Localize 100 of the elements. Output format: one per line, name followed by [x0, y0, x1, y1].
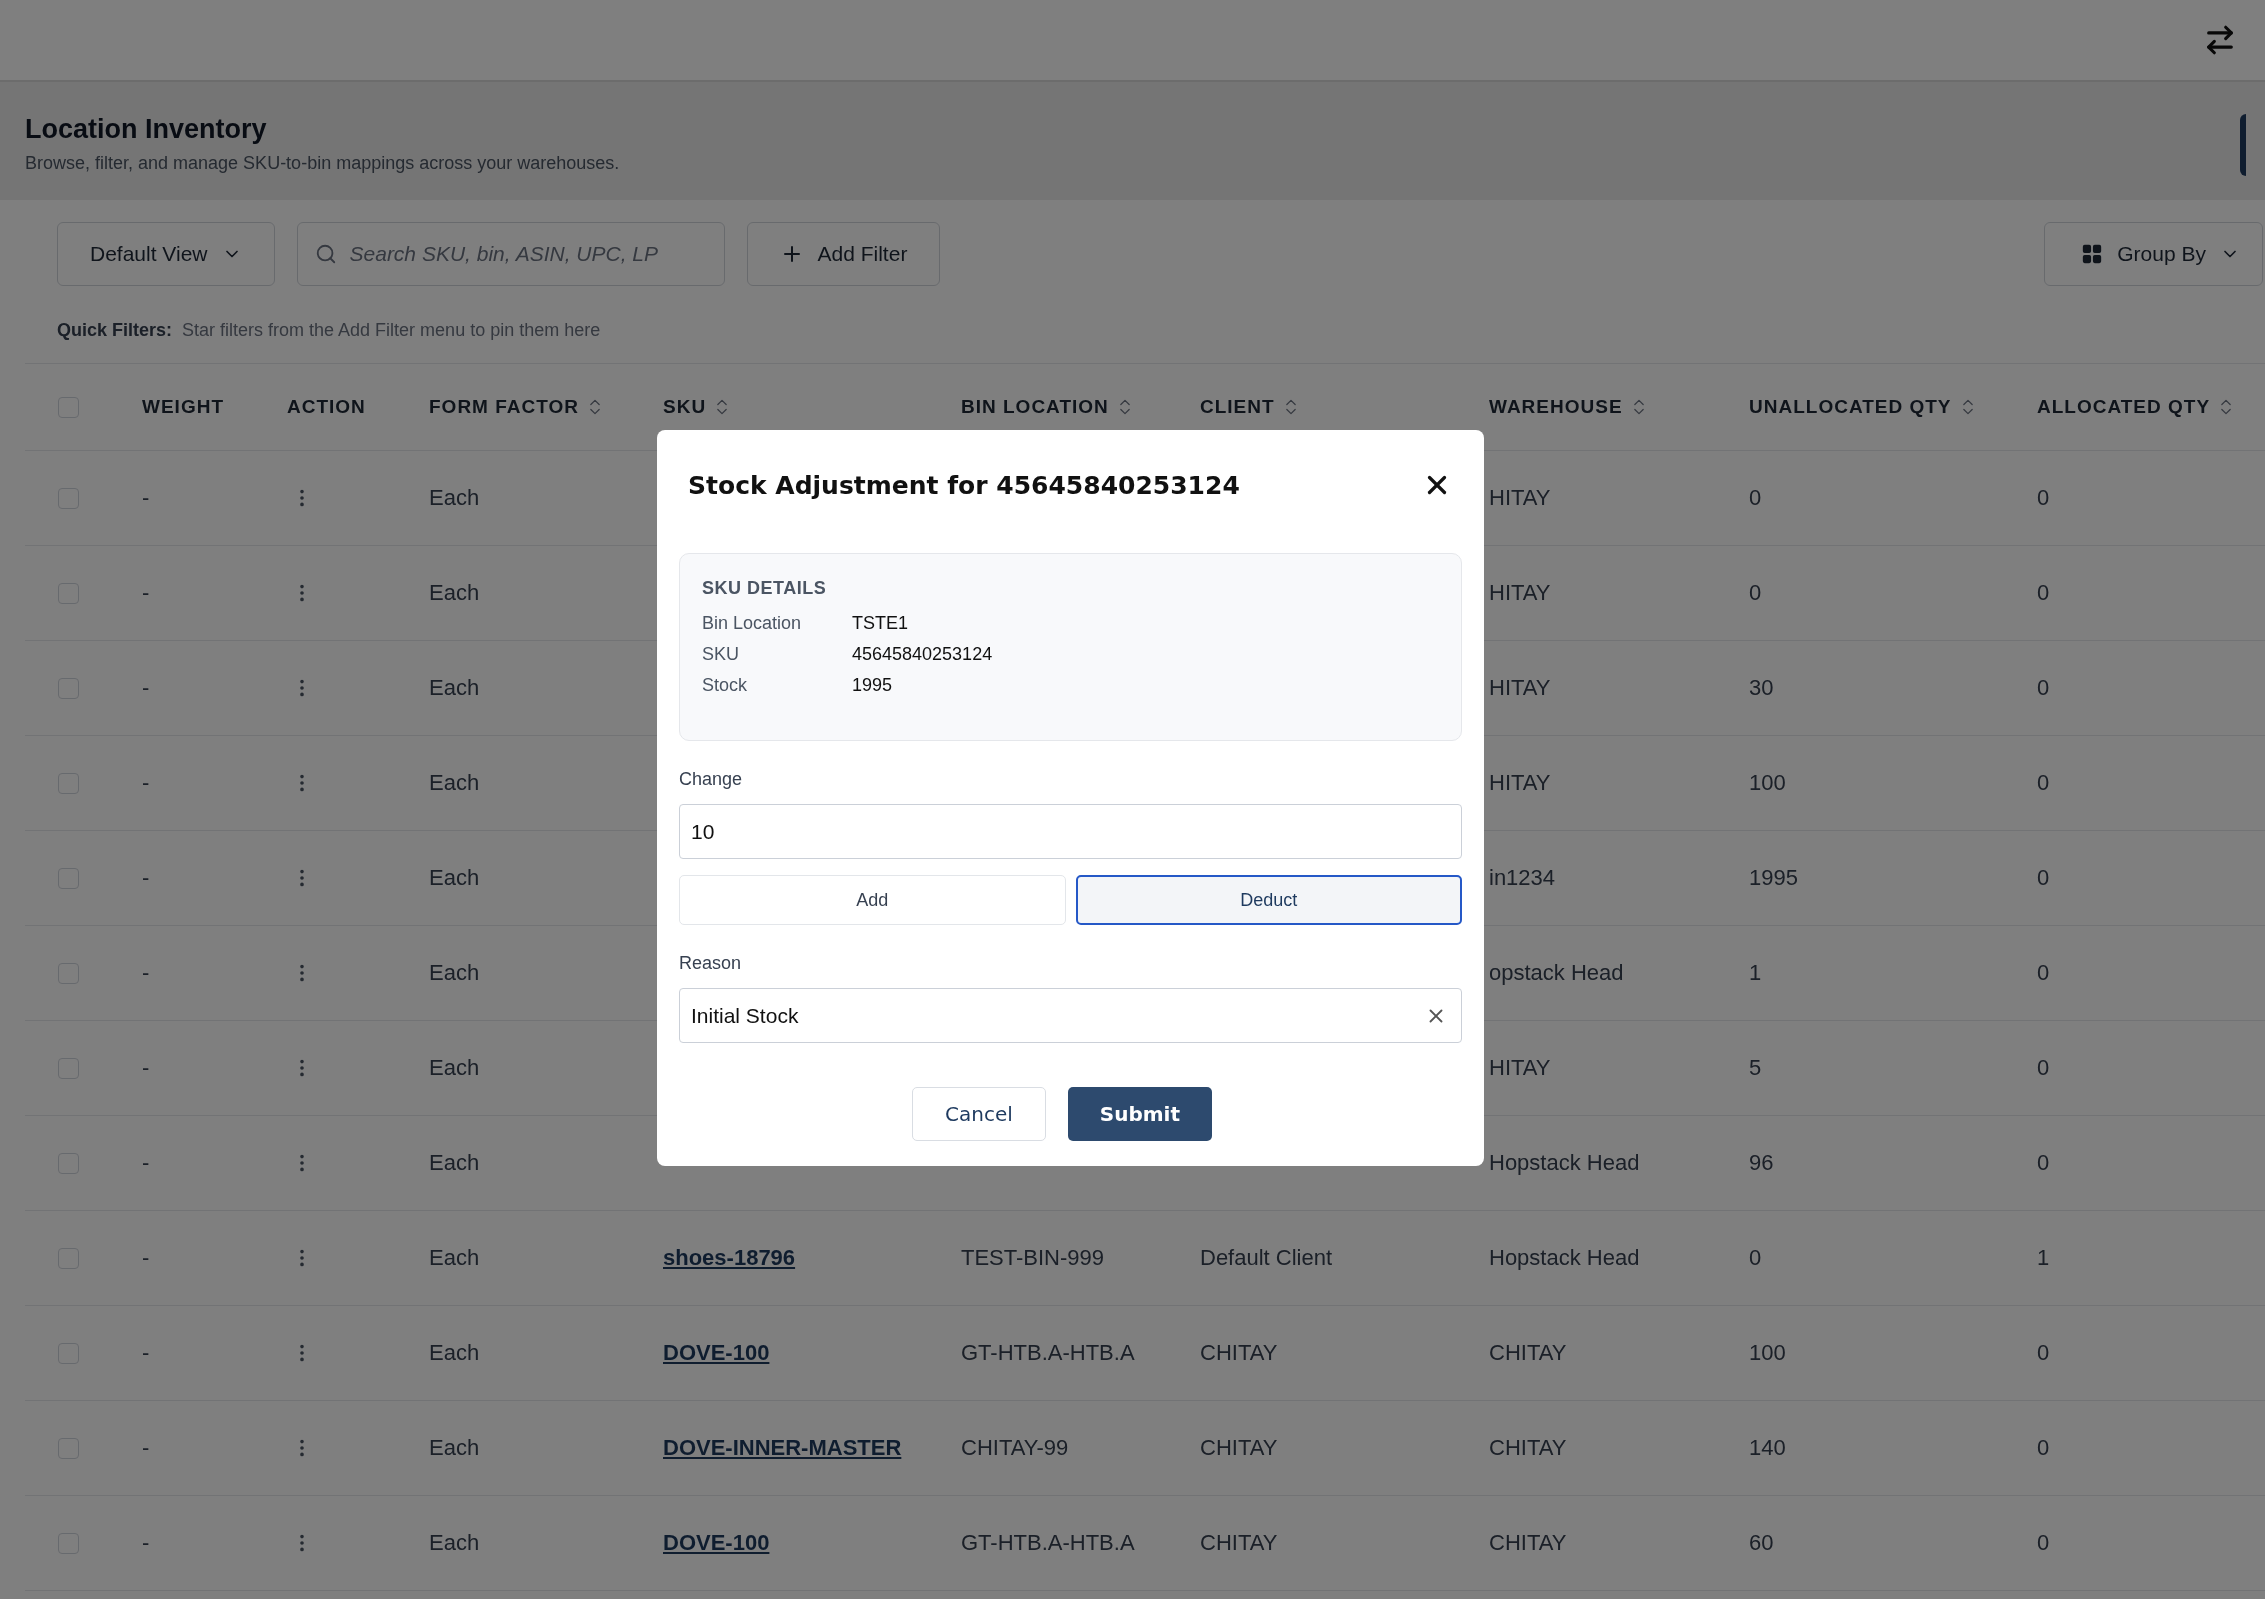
- reason-select[interactable]: Initial Stock: [679, 988, 1462, 1043]
- row-checkbox[interactable]: [58, 1437, 79, 1459]
- table-cell: -: [142, 770, 150, 796]
- table-cell: 60: [1749, 1530, 1774, 1556]
- table-cell: Hopstack Head: [1489, 1245, 1640, 1271]
- column-header: BIN LOCATION: [961, 396, 1109, 418]
- column-header: ACTION: [287, 396, 366, 418]
- table-cell: 0: [2037, 960, 2050, 986]
- table-cell: Each: [429, 485, 480, 511]
- table-cell: CHITAY: [1489, 1340, 1567, 1366]
- sku-link[interactable]: DOVE-100: [663, 1530, 770, 1556]
- row-checkbox[interactable]: [58, 772, 79, 794]
- table-cell: 1995: [1749, 865, 1798, 891]
- row-checkbox[interactable]: [58, 1057, 79, 1079]
- search-field[interactable]: Search SKU, bin, ASIN, UPC, LP: [296, 222, 725, 286]
- table-cell: 0: [2037, 675, 2050, 701]
- detail-label: Stock: [702, 675, 749, 696]
- table-cell: 0: [2037, 1435, 2050, 1461]
- change-input-field[interactable]: 10: [679, 804, 1462, 859]
- table-cell: 5: [1749, 1055, 1762, 1081]
- table-cell: Each: [429, 1245, 480, 1271]
- table-cell: 140: [1749, 1435, 1786, 1461]
- table-cell: GT-HTB.A-HTB.A: [961, 1530, 1135, 1556]
- quick-filters-hint: Star filters from the Add Filter menu to pin them here: [182, 320, 601, 341]
- table-cell: HITAY: [1489, 770, 1551, 796]
- table-cell: Each: [429, 1435, 480, 1461]
- column-header: SKU: [663, 396, 707, 418]
- table-cell: -: [142, 960, 150, 986]
- table-cell: 0: [2037, 1340, 2050, 1366]
- column-header: UNALLOCATED QTY: [1749, 396, 1952, 418]
- column-header: WAREHOUSE: [1489, 396, 1623, 418]
- search-icon: [314, 243, 337, 265]
- group-by-button[interactable]: Group By: [2044, 222, 2263, 286]
- row-checkbox[interactable]: [58, 962, 79, 984]
- table-cell: CHITAY: [1489, 1435, 1567, 1461]
- sku-link[interactable]: DOVE-100: [663, 1340, 770, 1366]
- row-checkbox[interactable]: [58, 487, 79, 509]
- table-cell: HITAY: [1489, 675, 1551, 701]
- page-subtitle: Browse, filter, and manage SKU-to-bin mappings across your warehouses.: [25, 153, 620, 174]
- table-cell: -: [142, 865, 150, 891]
- table-cell: -: [142, 1530, 150, 1556]
- header-button[interactable]: [2240, 114, 2246, 176]
- detail-label: Bin Location: [702, 613, 803, 634]
- table-cell: -: [142, 485, 150, 511]
- table-cell: Hopstack Head: [1489, 1150, 1640, 1176]
- table-cell: GT-HTB.A-HTB.A: [961, 1340, 1135, 1366]
- detail-value: TSTE1: [852, 613, 909, 634]
- mode-toggle-button[interactable]: Deduct: [1075, 875, 1462, 925]
- reason-label: Reason: [679, 953, 743, 974]
- table-cell: 1: [2037, 1245, 2050, 1271]
- view-dropdown[interactable]: Default View: [57, 222, 275, 286]
- table-cell: Each: [429, 675, 480, 701]
- table-cell: CHITAY: [1200, 1340, 1278, 1366]
- detail-label: SKU: [702, 644, 740, 665]
- table-cell: 0: [2037, 1530, 2050, 1556]
- table-cell: Each: [429, 1055, 480, 1081]
- table-cell: CHITAY: [1489, 1530, 1567, 1556]
- cancel-button[interactable]: Cancel: [912, 1087, 1046, 1141]
- table-cell: Each: [429, 1530, 480, 1556]
- submit-button[interactable]: Submit: [1067, 1087, 1212, 1141]
- table-cell: 96: [1749, 1150, 1774, 1176]
- table-cell: TEST-BIN-999: [961, 1245, 1105, 1271]
- select-all-checkbox[interactable]: [58, 396, 79, 418]
- table-cell: -: [142, 1340, 150, 1366]
- table-cell: 100: [1749, 770, 1786, 796]
- table-cell: Each: [429, 770, 480, 796]
- table-cell: 0: [2037, 580, 2050, 606]
- column-header: WEIGHT: [142, 396, 224, 418]
- row-checkbox[interactable]: [58, 867, 79, 889]
- sku-link[interactable]: shoes-18796: [663, 1245, 796, 1271]
- column-header: ALLOCATED QTY: [2037, 396, 2211, 418]
- row-checkbox[interactable]: [58, 677, 79, 699]
- table-cell: 0: [2037, 770, 2050, 796]
- sku-link[interactable]: DOVE-INNER-MASTER: [663, 1435, 902, 1461]
- mode-toggle-button[interactable]: Add: [679, 875, 1066, 925]
- column-header: CLIENT: [1200, 396, 1275, 418]
- table-cell: -: [142, 1150, 150, 1176]
- table-cell: 100: [1749, 1340, 1786, 1366]
- quick-filters-label: Quick Filters:: [57, 320, 173, 341]
- dialog-title: Stock Adjustment for 45645840253124: [688, 470, 1240, 500]
- detail-value: 1995: [852, 675, 894, 696]
- row-checkbox[interactable]: [58, 1247, 79, 1269]
- table-cell: Each: [429, 580, 480, 606]
- table-cell: CHITAY: [1200, 1530, 1278, 1556]
- table-cell: Each: [429, 1150, 480, 1176]
- table-cell: in1234: [1489, 865, 1556, 891]
- table-cell: Each: [429, 960, 480, 986]
- page-title: Location Inventory: [25, 114, 268, 145]
- row-checkbox[interactable]: [58, 582, 79, 604]
- table-cell: 0: [1749, 485, 1762, 511]
- row-checkbox[interactable]: [58, 1152, 79, 1174]
- add-filter-button[interactable]: Add Filter: [746, 222, 941, 286]
- row-checkbox[interactable]: [58, 1342, 79, 1364]
- table-cell: -: [142, 580, 150, 606]
- table-cell: Each: [429, 865, 480, 891]
- table-cell: -: [142, 1245, 150, 1271]
- row-checkbox[interactable]: [58, 1532, 79, 1554]
- table-cell: 0: [1749, 1245, 1762, 1271]
- grid-icon: [2081, 243, 2104, 265]
- table-cell: HITAY: [1489, 580, 1551, 606]
